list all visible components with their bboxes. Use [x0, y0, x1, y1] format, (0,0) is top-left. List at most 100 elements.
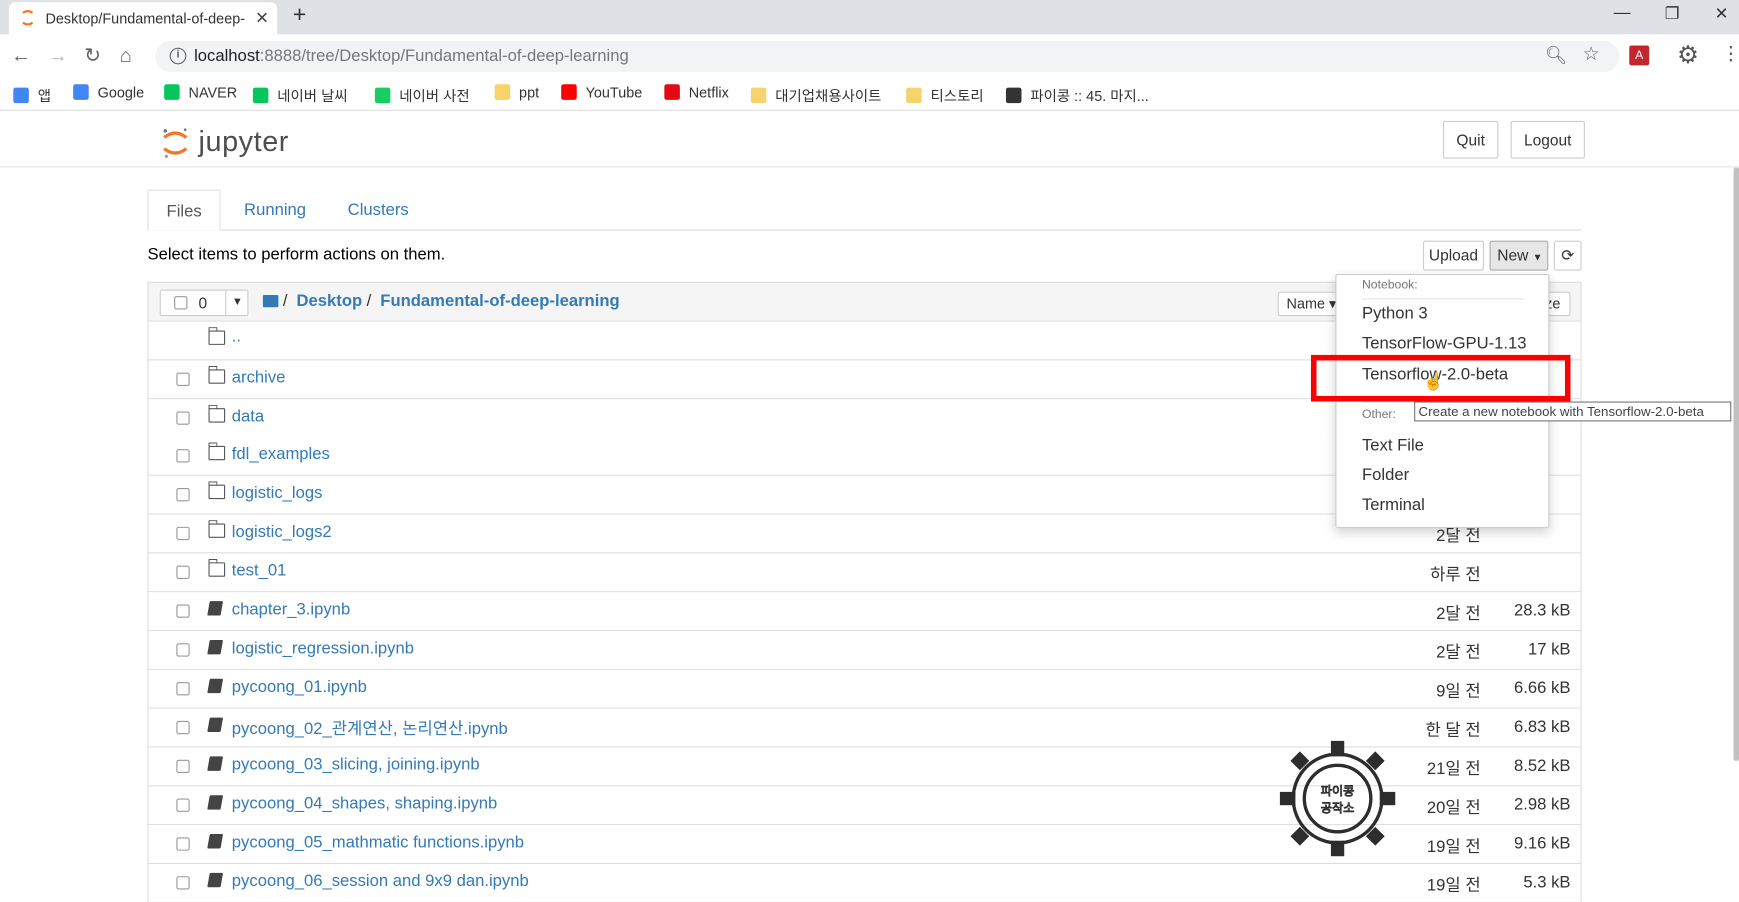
- row-checkbox[interactable]: [176, 449, 190, 463]
- minimize-icon[interactable]: —: [1614, 3, 1631, 22]
- row-checkbox[interactable]: [176, 759, 190, 774]
- bookmark-item[interactable]: 네이버 사전: [374, 84, 470, 105]
- file-name-link[interactable]: pycoong_03_slicing, joining.ipynb: [232, 755, 480, 774]
- watermark-text-1: 파이콩: [1321, 784, 1355, 798]
- select-menu-caret-icon[interactable]: ▼: [225, 289, 248, 317]
- info-icon[interactable]: i: [169, 47, 187, 65]
- file-row[interactable]: chapter_3.ipynb 2달 전 28.3 kB: [147, 592, 1582, 632]
- folder-icon: [207, 404, 226, 423]
- row-checkbox[interactable]: [176, 643, 190, 657]
- close-tab-icon[interactable]: ✕: [255, 8, 269, 28]
- tab-clusters[interactable]: Clusters: [334, 190, 423, 231]
- refresh-button[interactable]: ⟳: [1553, 240, 1582, 271]
- bookmark-item[interactable]: YouTube: [561, 84, 642, 101]
- forward-icon[interactable]: →: [48, 44, 68, 67]
- url-input[interactable]: i localhost:8888/tree/Desktop/Fundamenta…: [155, 41, 1620, 73]
- bookmark-item[interactable]: Google: [73, 84, 144, 101]
- file-name-link[interactable]: logistic_logs: [232, 484, 323, 503]
- menu-item-folder[interactable]: Folder: [1362, 466, 1409, 485]
- last-modified: 한 달 전: [1425, 720, 1481, 740]
- upload-button[interactable]: Upload: [1422, 240, 1484, 271]
- file-name-link[interactable]: fdl_examples: [232, 445, 330, 464]
- bookmark-item[interactable]: 티스토리: [906, 84, 984, 105]
- selected-count: 0: [198, 293, 208, 312]
- select-all-control[interactable]: 0 ▼: [159, 289, 249, 317]
- menu-item-python3[interactable]: Python 3: [1362, 304, 1428, 323]
- folder-icon: [207, 520, 226, 538]
- file-name-link[interactable]: chapter_3.ipynb: [232, 600, 350, 619]
- bookmark-item[interactable]: NAVER: [164, 84, 237, 101]
- browser-menu-icon[interactable]: ⋮: [1721, 43, 1739, 65]
- file-row[interactable]: logistic_regression.ipynb 2달 전 17 kB: [147, 631, 1582, 670]
- profile-avatar-icon[interactable]: ⚙: [1677, 41, 1699, 70]
- row-checkbox[interactable]: [176, 604, 190, 618]
- bookmark-label: 파이콩 :: 45. 마지...: [1030, 87, 1149, 105]
- close-window-icon[interactable]: ✕: [1715, 3, 1729, 23]
- folder-home-icon[interactable]: [262, 295, 279, 308]
- file-size: 6.66 kB: [1514, 678, 1571, 698]
- file-name-link[interactable]: pycoong_02_관계연산, 논리연산.ipynb: [232, 716, 508, 739]
- row-checkbox[interactable]: [176, 565, 190, 579]
- row-checkbox[interactable]: [176, 682, 190, 696]
- bookmark-item[interactable]: Netflix: [664, 84, 729, 101]
- file-name-link[interactable]: logistic_logs2: [232, 522, 332, 541]
- file-name-link[interactable]: pycoong_01.ipynb: [232, 678, 367, 697]
- notebook-icon: [207, 872, 224, 888]
- folder-icon: [207, 481, 226, 500]
- caret-down-icon: ▼: [1532, 251, 1543, 263]
- file-row[interactable]: pycoong_01.ipynb 9일 전 6.66 kB: [147, 669, 1582, 709]
- pycoong-watermark-logo: 파이콩 공작소: [1279, 740, 1396, 857]
- browser-tab-title: Desktop/Fundamental-of-deep-: [45, 9, 246, 27]
- browser-tab[interactable]: Desktop/Fundamental-of-deep- ✕: [8, 2, 278, 35]
- row-checkbox[interactable]: [176, 372, 190, 386]
- file-name-link[interactable]: pycoong_05_mathmatic functions.ipynb: [232, 833, 524, 852]
- menu-item-text-file[interactable]: Text File: [1362, 436, 1424, 455]
- bookmark-label: YouTube: [585, 84, 643, 101]
- bookmark-item[interactable]: 앱: [13, 84, 51, 105]
- tab-running[interactable]: Running: [232, 190, 319, 231]
- bookmark-star-icon[interactable]: ☆: [1583, 43, 1600, 65]
- row-checkbox[interactable]: [176, 488, 190, 502]
- bookmark-item[interactable]: 네이버 날씨: [252, 84, 348, 105]
- select-all-checkbox[interactable]: [174, 296, 188, 310]
- jupyter-header: jupyter Quit Logout: [0, 112, 1739, 168]
- file-row[interactable]: test_01 하루 전: [147, 553, 1582, 593]
- back-icon[interactable]: ←: [11, 44, 31, 67]
- restore-icon[interactable]: ❐: [1665, 3, 1680, 23]
- file-name-link[interactable]: archive: [232, 368, 286, 387]
- bookmark-item[interactable]: 대기업채용사이트: [750, 84, 881, 105]
- quit-button[interactable]: Quit: [1442, 120, 1499, 159]
- file-name-link[interactable]: test_01: [232, 561, 287, 580]
- file-name-link[interactable]: logistic_regression.ipynb: [232, 639, 414, 658]
- row-checkbox[interactable]: [176, 876, 190, 890]
- notebook-icon: [207, 795, 224, 810]
- parent-directory-link[interactable]: ..: [232, 327, 241, 346]
- row-checkbox[interactable]: [176, 526, 190, 541]
- bookmark-item[interactable]: ppt: [494, 84, 539, 101]
- bookmark-icon: [664, 84, 680, 100]
- bookmark-item[interactable]: 파이콩 :: 45. 마지...: [1005, 84, 1149, 105]
- file-row[interactable]: pycoong_06_session and 9x9 dan.ipynb 19일 …: [147, 863, 1582, 902]
- zoom-icon[interactable]: 🔍︎: [1545, 44, 1568, 66]
- file-name-link[interactable]: pycoong_06_session and 9x9 dan.ipynb: [232, 872, 529, 891]
- breadcrumb-desktop[interactable]: Desktop: [297, 292, 363, 311]
- pdf-extension-icon[interactable]: A: [1629, 45, 1650, 66]
- menu-item-terminal[interactable]: Terminal: [1362, 496, 1425, 515]
- page-scrollbar[interactable]: [1733, 167, 1739, 761]
- home-icon[interactable]: ⌂: [120, 44, 132, 67]
- row-checkbox[interactable]: [176, 411, 190, 425]
- new-dropdown-button[interactable]: New ▼: [1489, 240, 1549, 271]
- file-name-link[interactable]: pycoong_04_shapes, shaping.ipynb: [232, 794, 497, 813]
- tab-files[interactable]: Files: [147, 189, 221, 231]
- bookmark-label: Netflix: [688, 84, 729, 101]
- row-checkbox[interactable]: [176, 837, 190, 851]
- reload-icon[interactable]: ↻: [84, 44, 101, 67]
- bookmark-icon: [252, 87, 269, 104]
- logout-button[interactable]: Logout: [1510, 120, 1585, 159]
- file-name-link[interactable]: data: [232, 407, 264, 426]
- new-tab-icon[interactable]: +: [293, 2, 307, 29]
- row-checkbox[interactable]: [176, 720, 190, 735]
- menu-item-tensorflow-gpu[interactable]: TensorFlow-GPU-1.13: [1362, 334, 1527, 353]
- row-checkbox[interactable]: [176, 798, 190, 812]
- breadcrumb-current-folder[interactable]: Fundamental-of-deep-learning: [380, 292, 619, 311]
